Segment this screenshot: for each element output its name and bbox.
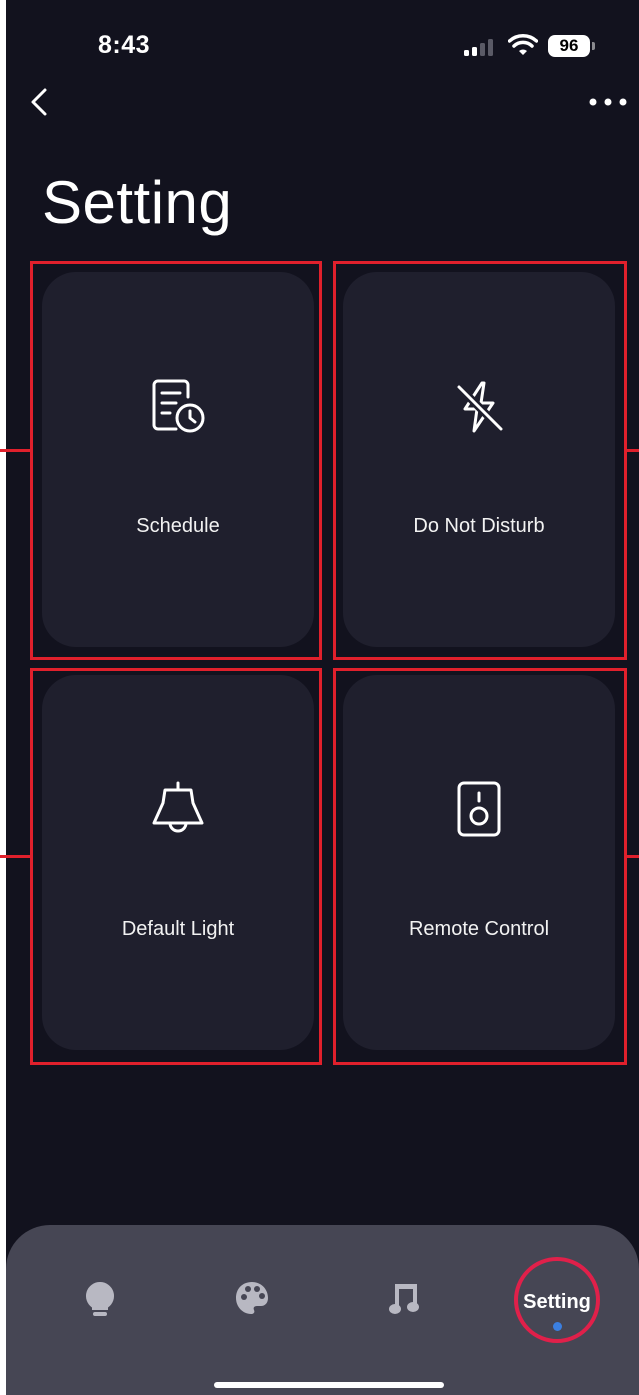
back-chevron-icon[interactable]	[26, 86, 52, 118]
highlight-connector	[0, 449, 30, 452]
tab-music[interactable]	[364, 1280, 444, 1340]
wifi-icon	[508, 34, 538, 55]
highlight-connector	[0, 855, 30, 858]
schedule-icon	[152, 379, 205, 433]
status-time: 8:43	[98, 31, 151, 59]
default-light-tile[interactable]: Default Light	[42, 675, 314, 1050]
remote-control-label: Remote Control	[408, 918, 550, 940]
battery-level: 96	[548, 35, 590, 57]
schedule-label: Schedule	[136, 515, 220, 537]
remote-control-tile[interactable]: Remote Control	[343, 675, 615, 1050]
bottom-tab-bar: Setting	[6, 1225, 639, 1395]
music-note-icon	[389, 1284, 419, 1314]
more-options-icon[interactable]	[588, 92, 628, 112]
cellular-signal-icon	[464, 39, 493, 56]
palette-icon	[236, 1282, 268, 1314]
flash-off-icon	[455, 381, 505, 433]
home-indicator[interactable]	[214, 1382, 444, 1388]
tab-setting[interactable]: Setting	[514, 1257, 600, 1343]
active-tab-indicator	[553, 1322, 562, 1331]
default-light-label: Default Light	[121, 918, 235, 940]
bulb-icon	[85, 1282, 115, 1316]
highlight-connector	[627, 449, 639, 452]
schedule-tile[interactable]: Schedule	[42, 272, 314, 647]
do-not-disturb-label: Do Not Disturb	[413, 515, 545, 537]
tab-setting-label: Setting	[523, 1291, 591, 1313]
highlight-connector	[627, 855, 639, 858]
battery-nub	[592, 42, 595, 50]
bell-icon	[152, 781, 204, 833]
app-screen: 8:43 96 Setting Schedule Do Not Disturb …	[6, 0, 639, 1395]
tab-color[interactable]	[212, 1280, 292, 1340]
page-title: Setting	[42, 169, 233, 236]
do-not-disturb-tile[interactable]: Do Not Disturb	[343, 272, 615, 647]
tab-light[interactable]	[60, 1280, 140, 1340]
remote-icon	[457, 781, 501, 837]
